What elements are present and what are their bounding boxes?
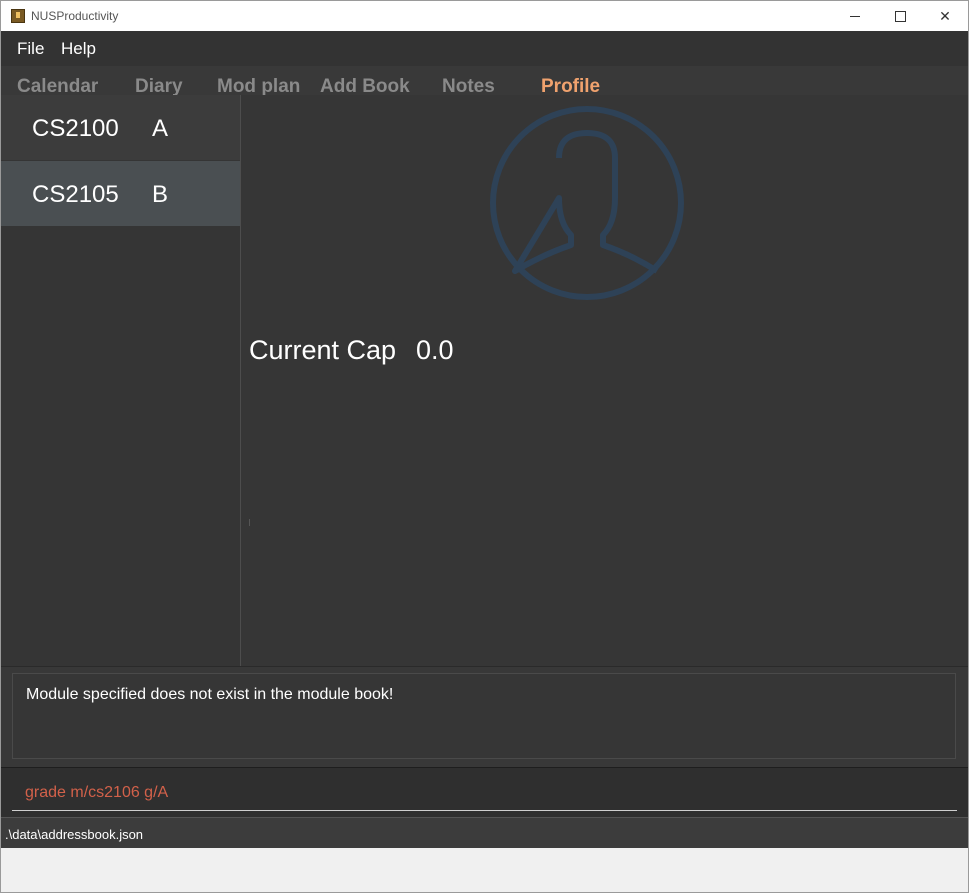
menu-bar: File Help	[1, 31, 968, 66]
module-list[interactable]: CS2100 A CS2105 B	[1, 95, 241, 666]
module-grade: B	[152, 181, 169, 208]
tab-bar: Calendar Diary Mod plan Add Book Notes P…	[1, 66, 968, 97]
command-input-underline	[12, 810, 957, 811]
minimize-icon	[850, 15, 860, 17]
result-message: Module specified does not exist in the m…	[26, 686, 394, 703]
window-footer	[1, 848, 968, 893]
module-list-item[interactable]: CS2100 A	[1, 95, 240, 160]
close-icon: ✕	[939, 7, 951, 24]
profile-panel: Current Cap 0.0	[241, 95, 968, 666]
module-code: CS2105	[32, 181, 119, 208]
divider	[249, 519, 250, 526]
title-bar[interactable]: NUSProductivity ✕	[0, 0, 969, 31]
module-code: CS2100	[32, 115, 119, 142]
command-box: grade m/cs2106 g/A	[1, 767, 968, 818]
module-grade: A	[152, 115, 169, 142]
app-icon	[11, 9, 25, 23]
main-content: CS2100 A CS2105 B Current Cap 0.0	[1, 95, 968, 666]
current-cap-value: 0.0	[416, 335, 454, 365]
menu-file[interactable]: File	[17, 39, 44, 59]
close-button[interactable]: ✕	[922, 1, 968, 31]
result-display[interactable]: Module specified does not exist in the m…	[12, 673, 956, 759]
menu-help[interactable]: Help	[61, 39, 96, 59]
command-input[interactable]: grade m/cs2106 g/A	[25, 784, 168, 802]
user-avatar-icon	[490, 106, 684, 300]
app-window: NUSProductivity ✕ File Help Calendar Dia…	[0, 0, 969, 893]
current-cap-label: Current Cap	[249, 335, 397, 365]
maximize-icon	[894, 10, 906, 22]
minimize-button[interactable]	[832, 1, 878, 31]
status-bar: .\data\addressbook.json	[1, 817, 968, 849]
module-list-item[interactable]: CS2105 B	[1, 161, 240, 226]
window-border-left	[0, 31, 1, 893]
result-display-area: Module specified does not exist in the m…	[1, 666, 968, 768]
window-title: NUSProductivity	[31, 9, 119, 23]
save-location-text: .\data\addressbook.json	[5, 827, 144, 842]
maximize-button[interactable]	[877, 1, 923, 31]
